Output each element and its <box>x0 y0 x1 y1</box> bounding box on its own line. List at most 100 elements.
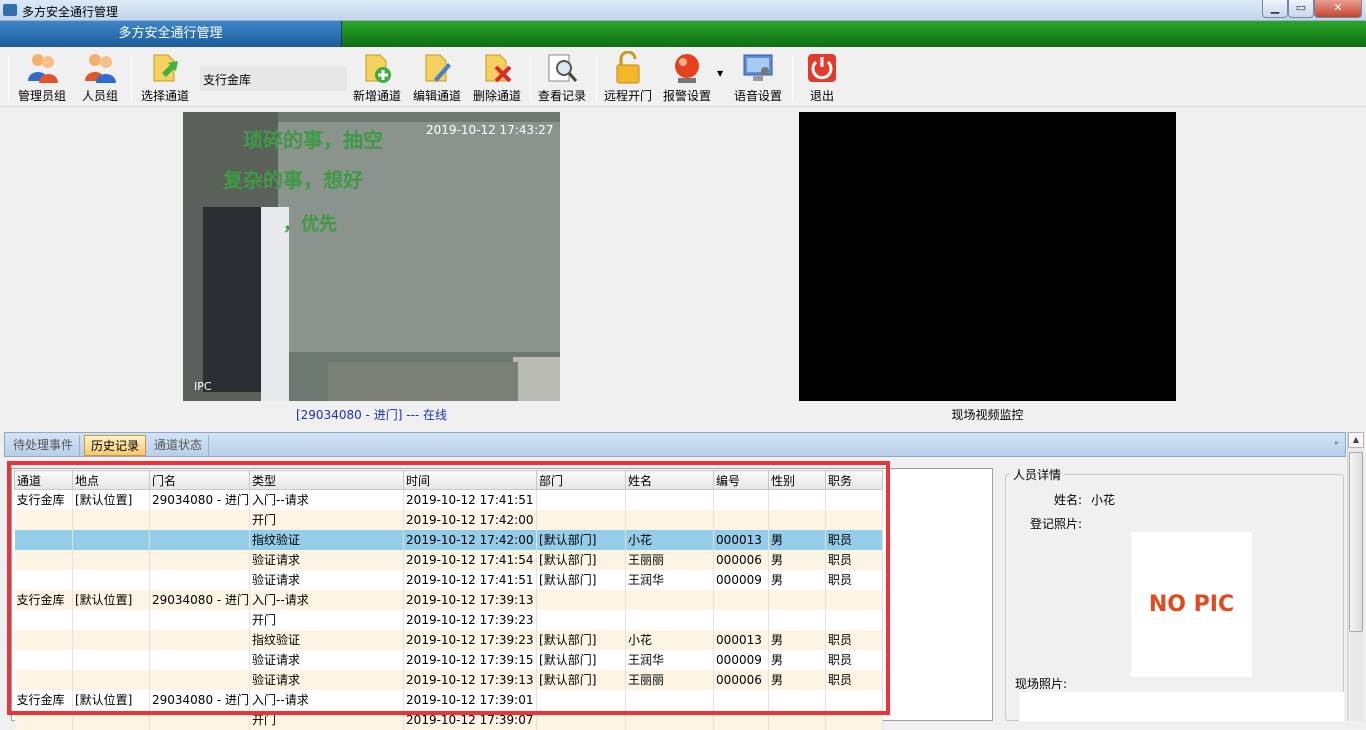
table-row[interactable]: 支行金库 [默认位置] 29034080 - 进门 入门--请求 2019-10-12 … <box>14 489 884 510</box>
table-row[interactable]: 支行金库 [默认位置] 29034080 - 进门 入门--请求 2019-10-12 … <box>14 689 884 710</box>
live-monitor-caption: 现场视频监控 <box>951 408 1024 422</box>
table-cell: 验证请求 <box>249 649 405 670</box>
table-cell <box>825 689 884 710</box>
table-cell <box>825 609 884 630</box>
remote-open-icon <box>616 51 640 84</box>
table-cell: 支行金库 <box>14 489 73 510</box>
column-header[interactable]: 性别 <box>768 470 827 490</box>
column-header[interactable]: 部门 <box>536 470 627 490</box>
table-cell: 职员 <box>825 549 884 570</box>
table-row[interactable]: 开门 2019-10-12 17:39:23 <box>14 609 884 630</box>
table-cell: 男 <box>768 649 827 670</box>
table-cell <box>72 509 150 530</box>
toolbar-separator <box>792 55 793 101</box>
table-cell: 2019-10-12 17:39:13 <box>403 589 538 610</box>
table-row[interactable]: 指纹验证 2019-10-12 17:39:23 [默认部门] 小花 000013 男职员 <box>14 629 884 650</box>
module-tab[interactable]: 多方安全通行管理 <box>0 21 342 47</box>
table-cell: 指纹验证 <box>249 529 405 550</box>
table-cell <box>625 709 715 730</box>
column-header[interactable]: 类型 <box>249 470 405 490</box>
table-cell <box>768 709 827 730</box>
window-title: 多方安全通行管理 <box>22 5 119 19</box>
table-cell <box>14 629 73 650</box>
column-header[interactable]: 通道 <box>14 470 73 490</box>
table-cell <box>713 709 770 730</box>
tab-scroll-icon[interactable]: ▸ <box>1335 438 1339 447</box>
table-cell <box>14 569 73 590</box>
table-cell <box>768 689 827 710</box>
column-header[interactable]: 地点 <box>72 470 150 490</box>
table-row[interactable]: 验证请求 2019-10-12 17:41:51 [默认部门] 王润华 000009 男职… <box>14 569 884 590</box>
voice-settings-icon <box>743 54 773 81</box>
table-cell: [默认位置] <box>72 589 150 610</box>
alarm-dropdown-icon[interactable]: ▼ <box>717 69 723 78</box>
table-row[interactable]: 支行金库 [默认位置] 29034080 - 进门 入门--请求 2019-10-12 … <box>14 589 884 610</box>
table-cell: 开门 <box>249 609 405 630</box>
table-row[interactable]: 验证请求 2019-10-12 17:39:13 [默认部门] 王丽丽 000006 男职… <box>14 669 884 690</box>
table-cell: 开门 <box>249 709 405 730</box>
table-cell: 男 <box>768 569 827 590</box>
tab-history[interactable]: 历史记录 <box>84 435 147 456</box>
table-cell: 职员 <box>825 529 884 550</box>
admin-group-button[interactable]: 管理员组 <box>14 51 70 105</box>
select-channel-button[interactable]: 选择通道 <box>138 51 192 105</box>
table-cell: 29034080 - 进门 <box>149 689 251 710</box>
table-cell <box>72 609 150 630</box>
live-monitor-view[interactable] <box>799 112 1176 401</box>
camera-overlay-label: IPC <box>194 380 212 393</box>
table-row[interactable]: 开门 2019-10-12 17:39:07 <box>14 709 884 730</box>
table-row[interactable]: 开门 2019-10-12 17:42:00 <box>14 509 884 530</box>
vertical-scrollbar[interactable]: ▲ <box>1347 432 1364 721</box>
table-cell: 男 <box>768 669 827 690</box>
toolbar-separator <box>530 55 531 101</box>
table-cell <box>149 529 251 550</box>
close-button[interactable]: ✕ <box>1314 0 1362 18</box>
table-cell: 2019-10-12 17:39:13 <box>403 669 538 690</box>
table-cell: [默认部门] <box>536 549 627 570</box>
maximize-button[interactable]: ▭ <box>1288 0 1314 18</box>
table-cell <box>14 669 73 690</box>
column-header[interactable]: 姓名 <box>625 470 715 490</box>
table-cell: 男 <box>768 529 827 550</box>
table-cell <box>149 509 251 530</box>
table-cell: 验证请求 <box>249 669 405 690</box>
scroll-up-icon[interactable]: ▲ <box>1348 432 1364 448</box>
table-cell: 2019-10-12 17:42:00 <box>403 509 538 530</box>
table-row[interactable]: 验证请求 2019-10-12 17:39:15 [默认部门] 王润华 000009 男职… <box>14 649 884 670</box>
table-cell: [默认部门] <box>536 569 627 590</box>
tab-pending-events[interactable]: 待处理事件 <box>7 435 81 456</box>
add-channel-button[interactable]: 新增通道 <box>352 51 402 105</box>
tab-channel-status[interactable]: 通道状态 <box>148 435 210 456</box>
voice-settings-button[interactable]: 语音设置 <box>732 51 784 105</box>
column-header[interactable]: 编号 <box>713 470 770 490</box>
registered-photo-placeholder: NO PIC <box>1131 532 1252 677</box>
delete-channel-button[interactable]: 删除通道 <box>472 51 522 105</box>
title-bar: 多方安全通行管理 <box>0 0 1366 21</box>
person-group-button[interactable]: 人员组 <box>78 51 122 105</box>
exit-button[interactable]: 退出 <box>802 51 842 105</box>
camera-view[interactable]: 琐碎的事，抽空 复杂的事，想好 ，优先 2019-10-12 17:43:27 … <box>183 112 560 401</box>
toolbar-grip <box>8 55 9 101</box>
view-records-button[interactable]: 查看记录 <box>537 51 587 105</box>
column-header[interactable]: 门名 <box>148 470 251 490</box>
scroll-thumb[interactable] <box>1349 452 1363 632</box>
table-cell: 男 <box>768 549 827 570</box>
table-cell <box>768 489 827 510</box>
svg-text:，优先: ，优先 <box>283 213 337 235</box>
table-cell: 职员 <box>825 649 884 670</box>
column-header[interactable]: 时间 <box>403 470 538 490</box>
table-cell <box>713 489 770 510</box>
column-header[interactable]: 职务 <box>825 470 884 490</box>
remote-open-button[interactable]: 远程开门 <box>603 51 653 105</box>
channel-field[interactable]: 支行金库 <box>200 67 347 91</box>
view-records-icon <box>548 54 578 82</box>
minimize-button[interactable]: ▁ <box>1262 0 1288 18</box>
table-cell <box>625 689 715 710</box>
module-bar: 多方安全通行管理 <box>0 21 1366 47</box>
alarm-settings-button[interactable]: 报警设置 <box>661 51 713 105</box>
table-cell <box>72 709 150 730</box>
table-cell <box>14 529 73 550</box>
table-row[interactable]: 验证请求 2019-10-12 17:41:54 [默认部门] 王丽丽 000006 男职… <box>14 549 884 570</box>
edit-channel-button[interactable]: 编辑通道 <box>412 51 462 105</box>
table-row[interactable]: 指纹验证 2019-10-12 17:42:00 [默认部门] 小花 000013 男职员 <box>14 529 884 550</box>
